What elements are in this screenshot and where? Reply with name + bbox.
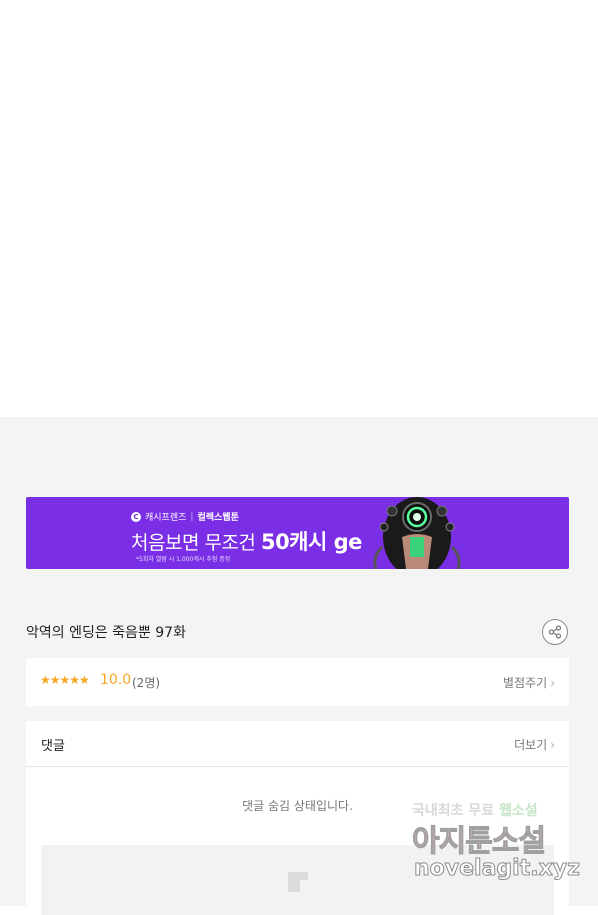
watermark-url: novelagit.xyz (414, 856, 581, 882)
cash-logo-icon: C (131, 511, 141, 522)
comments-header: 댓글 더보기 › (26, 721, 569, 767)
rating-panel: ★★★★★ 10.0 (2명) 별점주기 › (26, 658, 569, 706)
image-placeholder-icon (288, 872, 308, 892)
rating-count: (2명) (132, 676, 161, 690)
banner-fine-print: *5회차 열람 시 1,000캐시 추첨 증정 (136, 556, 231, 563)
star-rating-icon: ★★★★★ (40, 673, 90, 687)
site-watermark: 국내최초 무료 웹소설 아지툰소설 novelagit.xyz (412, 800, 582, 890)
rate-button[interactable]: 별점주기 › (503, 674, 555, 691)
rate-button-label: 별점주기 (503, 676, 548, 690)
banner-brand-left: 캐시프렌즈 (145, 513, 187, 523)
brand-divider: | (190, 511, 194, 522)
chevron-right-icon: › (550, 676, 555, 690)
promo-banner[interactable]: C 캐시프렌즈 | 컬렉스웹툰 처음보면 무조건 50캐시 get!! *5회차… (26, 497, 569, 569)
comments-title: 댓글 (41, 739, 65, 754)
comments-more-button[interactable]: 더보기 › (514, 736, 555, 753)
watermark-sitename: 아지툰소설 (412, 824, 547, 860)
comments-more-label: 더보기 (514, 738, 548, 752)
banner-brand: C 캐시프렌즈 | 컬렉스웹툰 (131, 510, 239, 523)
banner-headline: 처음보면 무조건 50캐시 get!! (131, 526, 390, 556)
content-image-area (0, 0, 598, 417)
share-icon (548, 625, 562, 639)
rating-score: 10.0 (100, 672, 132, 688)
episode-title: 악역의 엔딩은 죽음뿐 97화 (26, 625, 186, 641)
share-button[interactable] (542, 619, 568, 645)
banner-brand-right: 컬렉스웹툰 (197, 513, 239, 523)
banner-headline-text: 처음보면 무조건 (131, 532, 256, 554)
chevron-right-icon: › (550, 738, 555, 752)
cyborg-illustration-icon (362, 497, 472, 569)
